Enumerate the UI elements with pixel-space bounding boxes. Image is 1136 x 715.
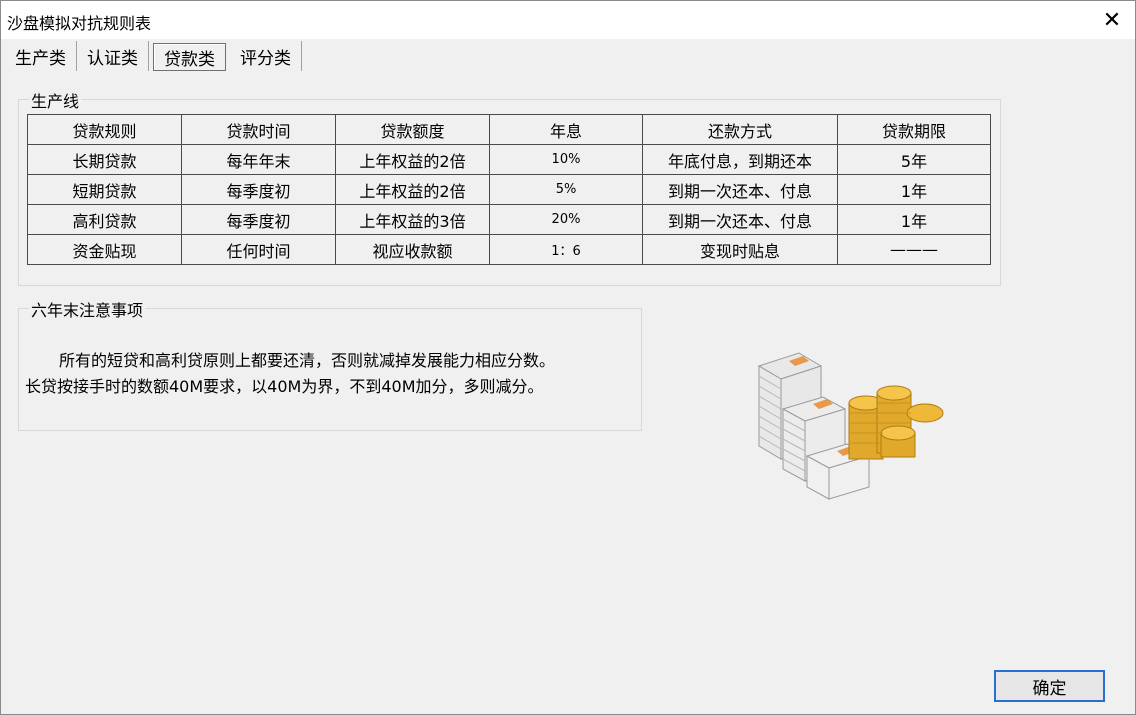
ok-button[interactable]: 确定	[994, 670, 1105, 702]
table-cell: 短期贷款	[27, 174, 182, 205]
notes-line-2: 长贷按接手时的数额40M要求，以40M为界，不到40M加分，多则减分。	[25, 377, 544, 396]
table-row: 高利贷款 每季度初 上年权益的3倍 20% 到期一次还本、付息 1年	[27, 204, 991, 235]
tab-scoring[interactable]: 评分类	[230, 41, 302, 71]
table-cell: 1年	[837, 204, 991, 235]
header-cell: 贷款时间	[181, 114, 336, 145]
loan-rules-table: 贷款规则 贷款时间 贷款额度 年息 还款方式 贷款期限 长期贷款 每年年末 上年…	[27, 114, 991, 265]
header-cell: 贷款期限	[837, 114, 991, 145]
table-cell: 上年权益的3倍	[335, 204, 490, 235]
table-cell: 每年年末	[181, 144, 336, 175]
table-cell: 10%	[489, 144, 643, 175]
coin-stack-icon	[848, 385, 944, 460]
table-cell: 5%	[489, 174, 643, 205]
table-cell: 1：6	[489, 234, 643, 265]
dialog-window: 沙盘模拟对抗规则表 ✕ 生产类 认证类 贷款类 评分类 生产线 贷款规则 贷款时…	[0, 0, 1136, 715]
table-header-row: 贷款规则 贷款时间 贷款额度 年息 还款方式 贷款期限	[27, 114, 991, 145]
tab-certification[interactable]: 认证类	[77, 41, 149, 71]
table-cell: 视应收款额	[335, 234, 490, 265]
table-cell: 20%	[489, 204, 643, 235]
table-row: 长期贷款 每年年末 上年权益的2倍 10% 年底付息，到期还本 5年	[27, 144, 991, 175]
table-cell: 每季度初	[181, 204, 336, 235]
tab-loan[interactable]: 贷款类	[153, 43, 226, 71]
group-label-notes: 六年末注意事项	[29, 297, 146, 321]
group-label-production: 生产线	[29, 88, 82, 112]
notes-line-1: 所有的短贷和高利贷原则上都要还清，否则就减掉发展能力相应分数。	[59, 351, 556, 370]
close-icon: ✕	[1102, 7, 1122, 33]
tab-strip: 生产类 认证类 贷款类 评分类	[5, 41, 302, 73]
table-cell: 1年	[837, 174, 991, 205]
table-cell: ———	[837, 234, 991, 265]
table-cell: 上年权益的2倍	[335, 174, 490, 205]
notes-text: 所有的短贷和高利贷原则上都要还清，否则就减掉发展能力相应分数。 长贷按接手时的数…	[25, 348, 635, 400]
table-cell: 资金贴现	[27, 234, 182, 265]
table-cell: 5年	[837, 144, 991, 175]
header-cell: 年息	[489, 114, 643, 145]
window-title: 沙盘模拟对抗规则表	[7, 14, 152, 33]
tab-production[interactable]: 生产类	[5, 41, 77, 71]
table-row: 资金贴现 任何时间 视应收款额 1：6 变现时贴息 ———	[27, 234, 991, 265]
table-cell: 变现时贴息	[642, 234, 838, 265]
table-cell: 长期贷款	[27, 144, 182, 175]
table-cell: 年底付息，到期还本	[642, 144, 838, 175]
table-cell: 每季度初	[181, 174, 336, 205]
ok-button-label: 确定	[1032, 678, 1067, 699]
title-bar: 沙盘模拟对抗规则表 ✕	[1, 1, 1135, 39]
header-cell: 还款方式	[642, 114, 838, 145]
table-cell: 上年权益的2倍	[335, 144, 490, 175]
table-cell: 高利贷款	[27, 204, 182, 235]
header-cell: 贷款额度	[335, 114, 490, 145]
money-illustration-icon	[757, 352, 944, 500]
close-button[interactable]: ✕	[1089, 1, 1135, 39]
header-cell: 贷款规则	[27, 114, 182, 145]
table-cell: 到期一次还本、付息	[642, 174, 838, 205]
table-cell: 到期一次还本、付息	[642, 204, 838, 235]
table-row: 短期贷款 每季度初 上年权益的2倍 5% 到期一次还本、付息 1年	[27, 174, 991, 205]
table-cell: 任何时间	[181, 234, 336, 265]
